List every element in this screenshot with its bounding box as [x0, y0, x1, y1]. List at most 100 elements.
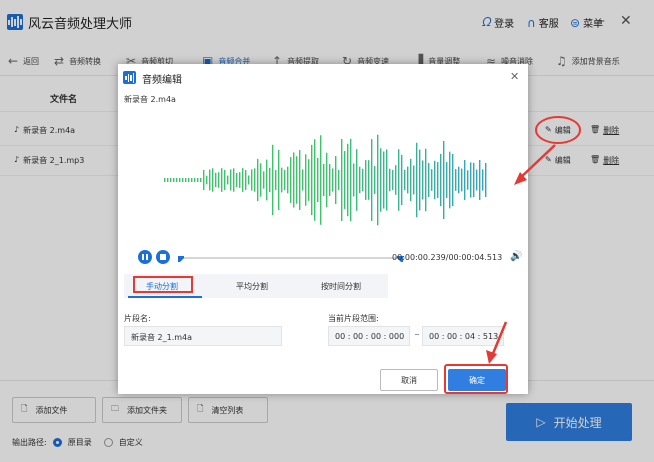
waveform-bar	[218, 172, 220, 188]
waveform-bar	[407, 166, 409, 194]
waveform-bar	[470, 162, 472, 198]
waveform-bar	[206, 175, 208, 185]
waveform-bar	[293, 152, 295, 208]
stop-button[interactable]	[156, 250, 170, 264]
annotation-highlight-box	[444, 364, 508, 394]
waveform-bar	[317, 157, 319, 203]
waveform-bar	[395, 165, 397, 195]
waveform-bar	[326, 152, 328, 208]
waveform-bar	[173, 178, 175, 182]
waveform-bar	[320, 135, 322, 225]
waveform-bar	[398, 149, 400, 211]
pause-button[interactable]	[138, 250, 152, 264]
range-start-input[interactable]: 00 : 00 : 00 : 000	[328, 326, 410, 346]
range-start-handle[interactable]	[178, 256, 186, 264]
waveform-bar	[245, 170, 247, 190]
waveform-bar	[350, 138, 352, 222]
waveform-bar	[230, 169, 232, 191]
waveform-bar	[440, 153, 442, 207]
waveform-bar	[464, 160, 466, 200]
annotation-highlight-box	[133, 276, 193, 293]
volume-icon[interactable]: 🔊	[510, 251, 522, 262]
waveform-bar	[170, 178, 172, 182]
waveform-bar	[194, 178, 196, 182]
waveform-bar	[203, 169, 205, 191]
waveform-bar	[419, 149, 421, 211]
waveform-bar	[284, 170, 286, 190]
waveform-bar	[377, 134, 379, 226]
waveform-bar	[215, 172, 217, 188]
waveform-bar	[332, 168, 334, 192]
waveform-bar	[221, 168, 223, 192]
waveform-bar	[461, 168, 463, 192]
range-end-input[interactable]: 00 : 00 : 04 : 513	[422, 326, 504, 346]
waveform-bar	[473, 162, 475, 198]
dialog-file-name: 新录音 2.m4a	[124, 95, 176, 104]
waveform-bar	[341, 138, 343, 222]
waveform-bar	[299, 150, 301, 210]
waveform-bar	[290, 157, 292, 203]
waveform-bar	[239, 172, 241, 188]
waveform-bar	[479, 160, 481, 200]
waveform-bar	[422, 160, 424, 200]
waveform-bar	[197, 178, 199, 182]
audio-edit-dialog: 音频编辑 ✕ 新录音 2.m4a 00:00:00.239/00:00:04.5…	[118, 64, 528, 394]
waveform-bar	[482, 169, 484, 191]
waveform-bar	[296, 156, 298, 204]
waveform-bar	[416, 142, 418, 218]
waveform-bar	[344, 151, 346, 209]
tab-time-split[interactable]: 按时间分割	[321, 281, 361, 292]
waveform-bar	[311, 144, 313, 216]
waveform-bar	[287, 166, 289, 194]
waveform-bar	[272, 144, 274, 216]
waveform-bar	[191, 178, 193, 182]
range-separator	[415, 334, 419, 335]
waveform-bar	[248, 175, 250, 185]
waveform-bar	[236, 172, 238, 188]
waveform-bar	[362, 168, 364, 192]
dialog-close-button[interactable]: ✕	[510, 70, 519, 83]
waveform-bar	[266, 159, 268, 201]
waveform-bar	[338, 169, 340, 191]
waveform-bar	[227, 175, 229, 185]
waveform-bar	[380, 148, 382, 212]
waveform-bar	[446, 162, 448, 198]
waveform-bar	[275, 170, 277, 190]
waveform-bar	[179, 178, 181, 182]
playback-controls: 00:00:00.239/00:00:04.513 🔊	[138, 250, 523, 268]
waveform-bar	[404, 169, 406, 191]
segment-range-label: 当前片段范围:	[328, 314, 379, 323]
waveform-bar	[242, 168, 244, 192]
waveform-bar	[410, 158, 412, 202]
waveform-bar	[308, 159, 310, 201]
dialog-logo-icon	[123, 71, 136, 84]
tab-average-split[interactable]: 平均分割	[236, 281, 268, 292]
waveform-bar	[254, 168, 256, 192]
waveform-bar	[305, 154, 307, 206]
waveform-bar	[209, 169, 211, 191]
segment-name-input[interactable]: 新录音 2_1.m4a	[124, 326, 282, 346]
progress-track[interactable]	[181, 257, 405, 259]
waveform-bar	[347, 143, 349, 217]
waveform-bar	[434, 160, 436, 200]
waveform-bar	[383, 151, 385, 209]
waveform-bar	[452, 153, 454, 207]
waveform-bar	[443, 140, 445, 220]
waveform-bar	[386, 149, 388, 211]
waveform-bar	[365, 160, 367, 200]
waveform-bar	[353, 163, 355, 197]
waveform-bar	[329, 164, 331, 196]
waveform-bar	[449, 151, 451, 209]
waveform-bar	[251, 169, 253, 191]
waveform-bar	[263, 171, 265, 189]
waveform-bar	[437, 162, 439, 198]
waveform-bar	[233, 168, 235, 192]
waveform-bar	[185, 178, 187, 182]
waveform-bar	[374, 166, 376, 194]
waveform-bar	[425, 148, 427, 212]
waveform-bar	[428, 163, 430, 197]
cancel-button[interactable]: 取消	[380, 369, 438, 391]
time-readout: 00:00:00.239/00:00:04.513	[392, 253, 503, 262]
waveform-bar	[368, 160, 370, 200]
waveform-bar	[200, 178, 202, 182]
